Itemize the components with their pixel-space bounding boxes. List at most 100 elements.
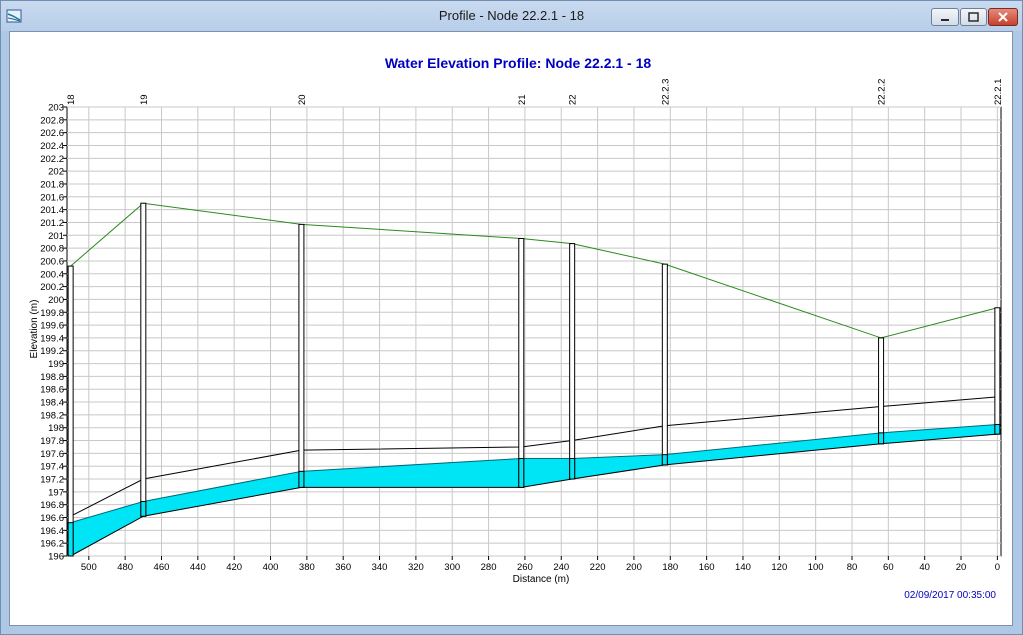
x-tick-label: 220	[590, 562, 606, 573]
x-tick-label: 100	[808, 562, 824, 573]
y-tick-label: 198.8	[40, 372, 64, 383]
x-tick-label: 120	[771, 562, 787, 573]
y-tick-label: 199.6	[40, 321, 64, 332]
x-tick-label: 60	[883, 562, 894, 573]
y-tick-label: 197.2	[40, 475, 64, 486]
y-tick-label: 197.6	[40, 449, 64, 460]
x-tick-label: 500	[81, 562, 97, 573]
maximize-button[interactable]	[960, 8, 987, 26]
maximize-icon	[968, 12, 979, 22]
y-tick-label: 201.8	[40, 179, 64, 190]
timestamp: 02/09/2017 00:35:00	[904, 590, 996, 601]
x-tick-label: 420	[226, 562, 242, 573]
y-tick-label: 202	[48, 167, 64, 178]
x-tick-label: 440	[190, 562, 206, 573]
x-tick-label: 0	[995, 562, 1000, 573]
minimize-icon	[941, 19, 949, 21]
manhole-shaft	[569, 243, 576, 480]
x-tick-label: 160	[699, 562, 715, 573]
manhole-water	[518, 458, 525, 488]
x-tick-label: 240	[553, 562, 569, 573]
manhole-water	[661, 454, 668, 466]
manhole-water	[298, 470, 305, 488]
manhole-shaft	[878, 337, 885, 445]
x-tick-label: 300	[444, 562, 460, 573]
y-tick-label: 203	[48, 103, 64, 114]
window-title: Profile - Node 22.2.1 - 18	[438, 8, 585, 23]
x-tick-label: 340	[372, 562, 388, 573]
node-label: 20	[297, 94, 308, 105]
chart-area: Water Elevation Profile: Node 22.2.1 - 1…	[9, 31, 1013, 626]
y-tick-label: 202.6	[40, 128, 64, 139]
profile-chart: Water Elevation Profile: Node 22.2.1 - 1…	[29, 55, 1004, 601]
close-button[interactable]	[988, 8, 1018, 26]
x-tick-label: 260	[517, 562, 533, 573]
y-tick-label: 198.6	[40, 385, 64, 396]
x-tick-label: 460	[154, 562, 170, 573]
x-tick-label: 480	[117, 562, 133, 573]
node-label: 18	[66, 94, 77, 105]
x-tick-label: 320	[408, 562, 424, 573]
x-tick-label: 140	[735, 562, 751, 573]
profile-window: Profile - Node 22.2.1 - 18 Water Elevati…	[0, 0, 1023, 635]
y-tick-label: 201.2	[40, 218, 64, 229]
manhole-shaft	[661, 263, 668, 466]
minimize-button[interactable]	[931, 8, 959, 26]
title-bar[interactable]: Profile - Node 22.2.1 - 18	[1, 1, 1022, 31]
manhole-shaft	[518, 237, 525, 488]
y-tick-label: 197	[48, 487, 64, 498]
x-tick-label: 280	[481, 562, 497, 573]
x-tick-label: 360	[335, 562, 351, 573]
x-tick-label: 180	[662, 562, 678, 573]
y-tick-label: 200.2	[40, 282, 64, 293]
close-icon	[998, 12, 1008, 22]
y-tick-label: 200.8	[40, 244, 64, 255]
x-tick-label: 400	[263, 562, 279, 573]
y-tick-label: 198	[48, 423, 64, 434]
y-tick-label: 202.8	[40, 115, 64, 126]
y-tick-label: 200.6	[40, 256, 64, 267]
manhole-water	[140, 500, 147, 517]
y-tick-label: 202.4	[40, 141, 64, 152]
y-tick-label: 196.8	[40, 500, 64, 511]
x-axis-label: Distance (m)	[513, 574, 570, 585]
node-label: 22.2.1	[993, 79, 1004, 105]
y-tick-label: 196.2	[40, 539, 64, 550]
manhole-water	[994, 424, 1001, 435]
x-tick-label: 80	[847, 562, 858, 573]
manhole-water	[569, 458, 576, 480]
node-label: 19	[139, 94, 150, 105]
x-tick-label: 20	[956, 562, 967, 573]
y-tick-label: 200	[48, 295, 64, 306]
node-label: 21	[517, 94, 528, 105]
manhole-water	[67, 522, 74, 557]
y-tick-label: 197.8	[40, 436, 64, 447]
y-tick-label: 201	[48, 231, 64, 242]
manhole-shaft	[140, 202, 147, 517]
y-tick-label: 202.2	[40, 154, 64, 165]
x-tick-label: 200	[626, 562, 642, 573]
y-tick-label: 199.8	[40, 308, 64, 319]
y-tick-label: 198.2	[40, 410, 64, 421]
node-label: 22	[568, 94, 579, 105]
y-tick-label: 199	[48, 359, 64, 370]
manhole-shaft	[67, 265, 74, 557]
manhole-shaft	[994, 307, 1001, 435]
y-tick-label: 198.4	[40, 398, 64, 409]
y-tick-label: 201.4	[40, 205, 64, 216]
manhole-water	[878, 432, 885, 445]
node-label: 22.2.2	[877, 79, 888, 105]
y-tick-label: 199.2	[40, 346, 64, 357]
chart-title: Water Elevation Profile: Node 22.2.1 - 1…	[385, 55, 652, 71]
manhole-shaft	[298, 223, 305, 488]
x-tick-label: 380	[299, 562, 315, 573]
x-tick-label: 40	[919, 562, 930, 573]
y-tick-label: 199.4	[40, 333, 64, 344]
y-tick-label: 196.4	[40, 526, 64, 537]
y-tick-label: 196.6	[40, 513, 64, 524]
y-tick-label: 200.4	[40, 269, 64, 280]
node-label: 22.2.3	[660, 79, 671, 105]
y-tick-label: 201.6	[40, 192, 64, 203]
y-tick-label: 197.4	[40, 462, 64, 473]
y-tick-label: 196	[48, 552, 64, 563]
